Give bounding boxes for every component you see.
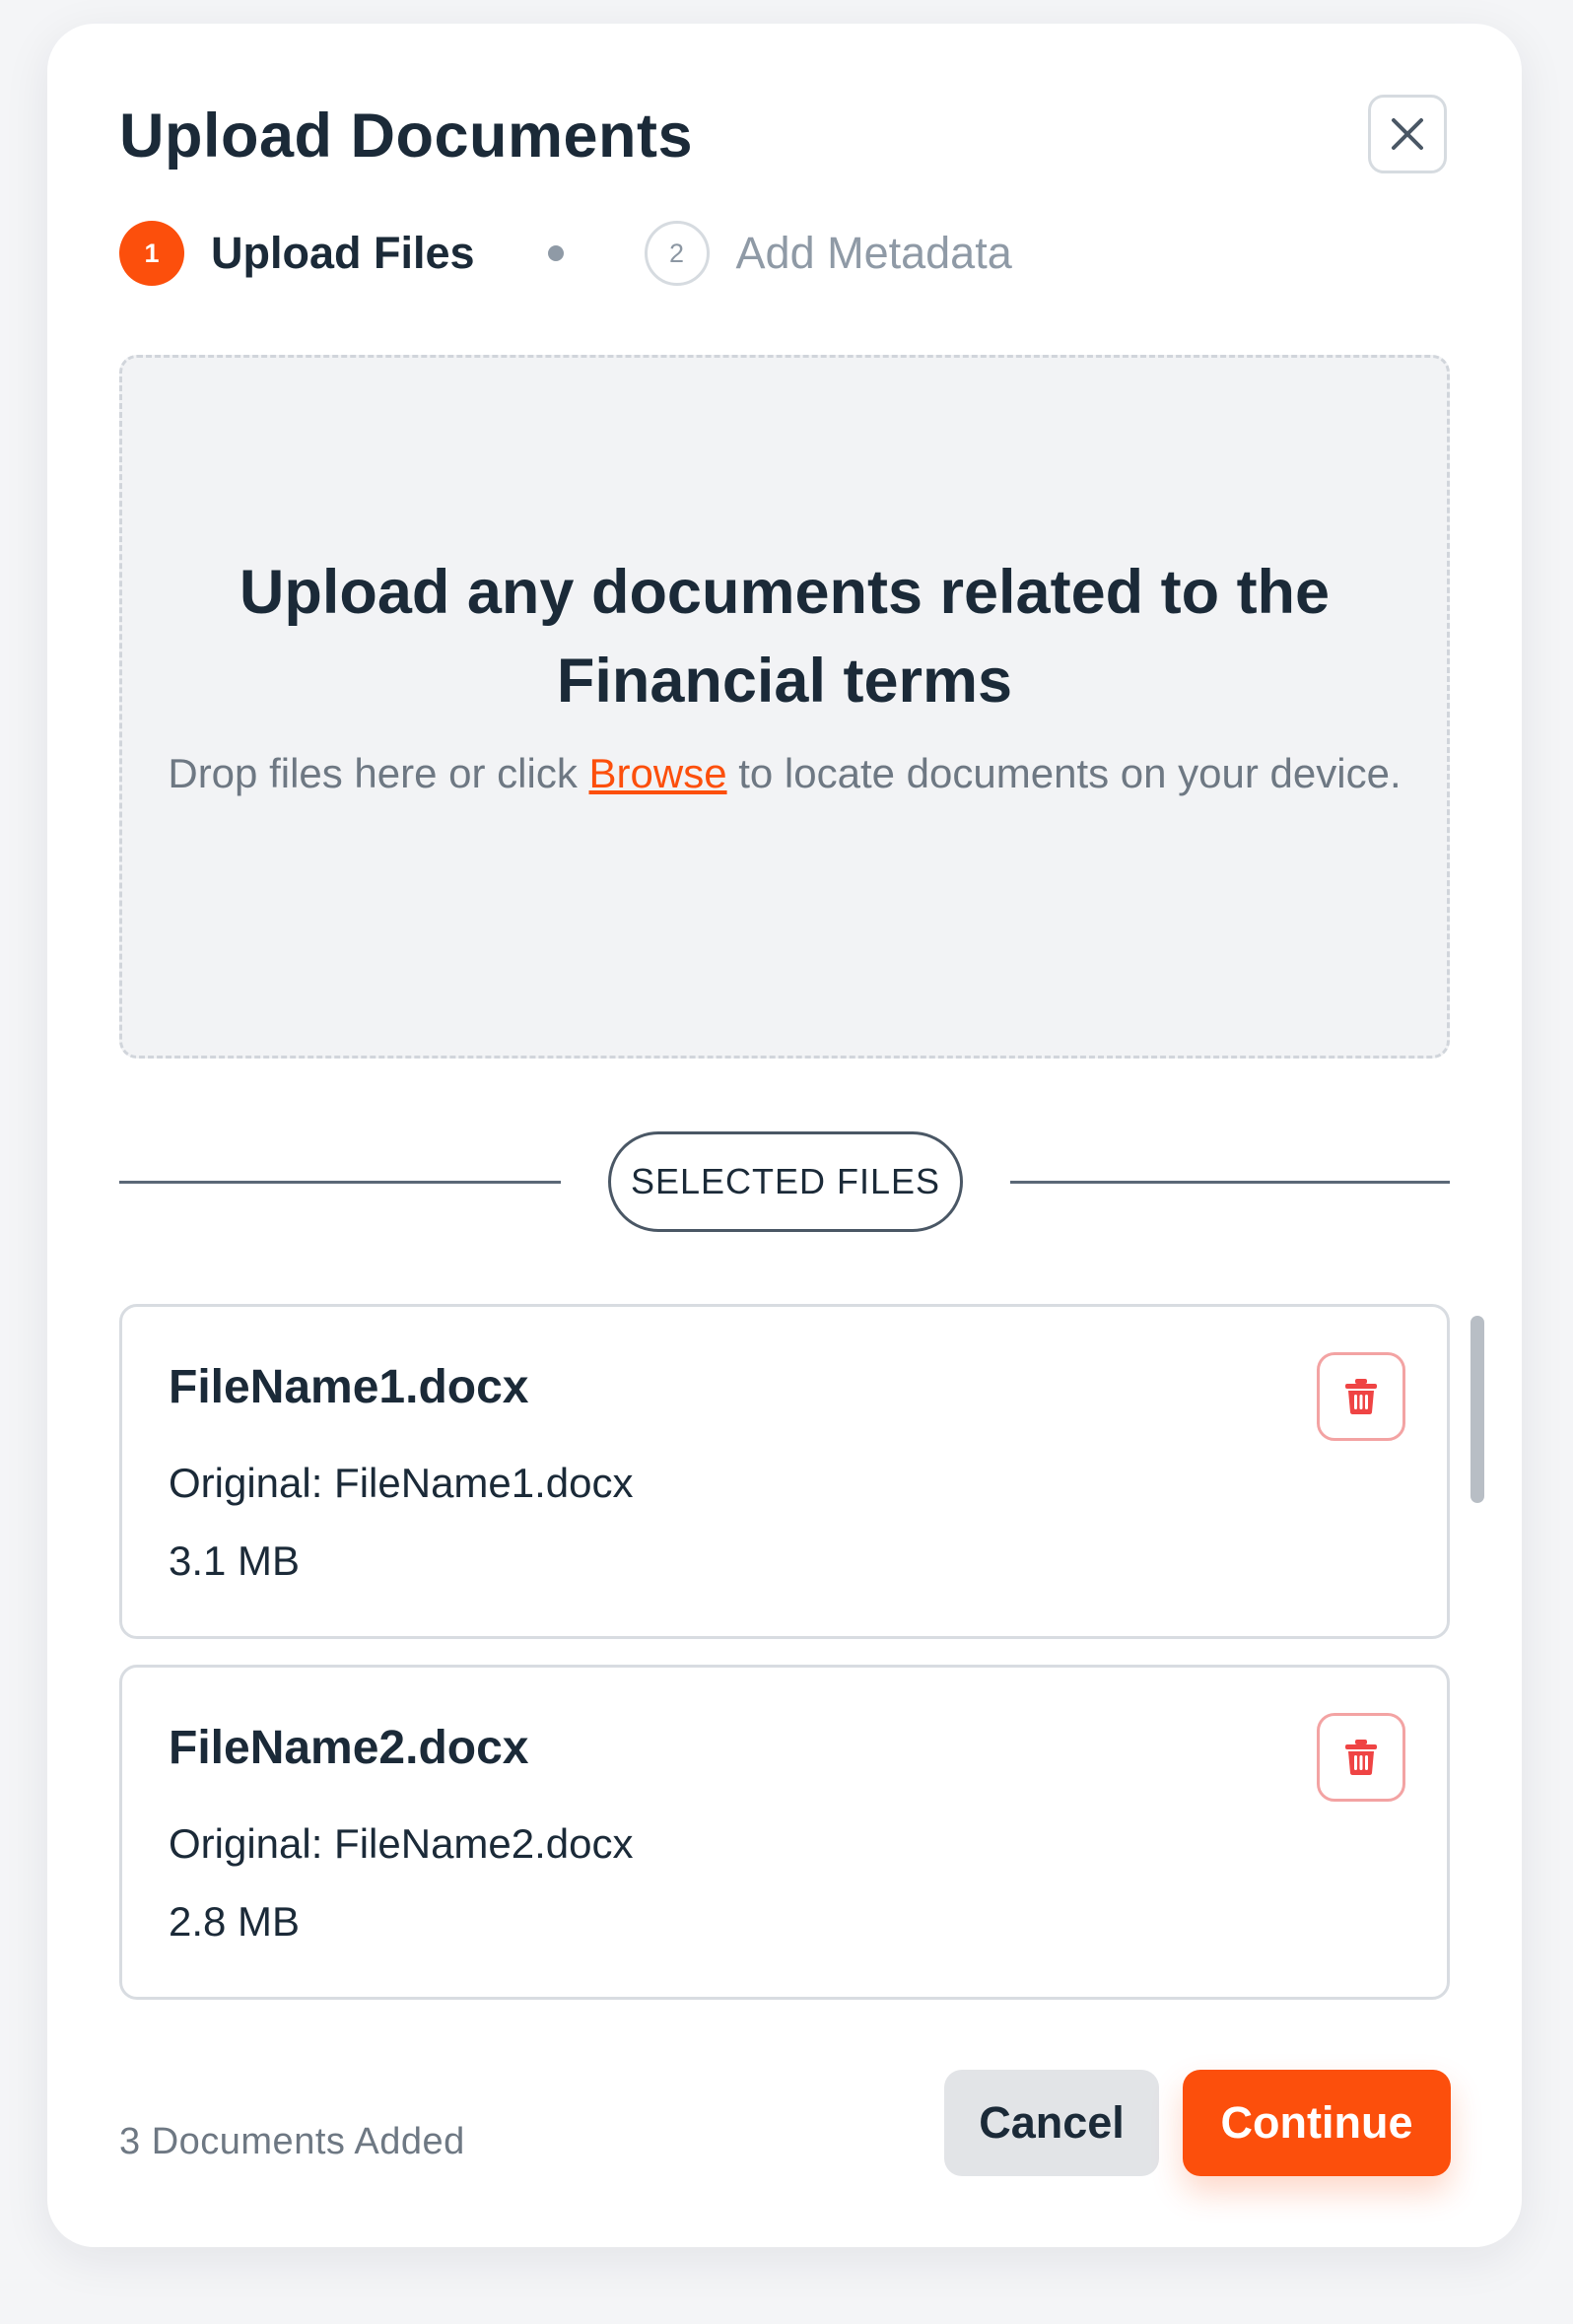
file-list-scrollbar[interactable] [1470,1316,1484,1503]
trash-icon [1345,1379,1377,1414]
step-1-label: Upload Files [211,228,475,278]
delete-file-button[interactable] [1317,1352,1405,1441]
selected-files-divider: SELECTED FILES [119,1131,1450,1232]
file-original-name: Original: FileName2.docx [169,1820,634,1867]
dialog-title: Upload Documents [119,102,694,171]
file-name: FileName2.docx [169,1722,529,1774]
dropzone-text-before: Drop files here or click [168,750,589,796]
file-card: FileName1.docx Original: FileName1.docx … [119,1304,1450,1639]
delete-file-button[interactable] [1317,1713,1405,1802]
stepper: 1 Upload Files 2 Add Metadata [119,219,1012,288]
close-button[interactable] [1368,95,1447,173]
documents-count: 3 Documents Added [119,2121,465,2162]
file-list: FileName1.docx Original: FileName1.docx … [119,1304,1450,2025]
file-size: 3.1 MB [169,1538,301,1584]
divider-line-left [119,1181,561,1184]
file-dropzone[interactable]: Upload any documents related to the Fina… [119,355,1450,1059]
trash-icon [1345,1740,1377,1775]
close-icon [1392,118,1423,150]
dropzone-text-after: to locate documents on your device. [726,750,1402,796]
step-1-number: 1 [119,221,184,286]
file-card: FileName2.docx Original: FileName2.docx … [119,1665,1450,2000]
file-name: FileName1.docx [169,1361,529,1413]
step-separator-dot [547,245,564,261]
step-2-number: 2 [644,221,710,286]
continue-button[interactable]: Continue [1183,2070,1451,2176]
step-2-label: Add Metadata [735,228,1012,278]
dropzone-heading: Upload any documents related to the Fina… [239,558,1331,716]
divider-line-right [1010,1181,1450,1184]
selected-files-label: SELECTED FILES [608,1131,963,1232]
upload-dialog: Upload Documents 1 Upload Files 2 Add Me… [47,24,1522,2247]
file-size: 2.8 MB [169,1898,301,1945]
cancel-button[interactable]: Cancel [944,2070,1159,2176]
file-original-name: Original: FileName1.docx [169,1460,634,1506]
dropzone-instructions: Drop files here or click Browse to locat… [149,741,1420,806]
browse-link[interactable]: Browse [589,750,727,796]
